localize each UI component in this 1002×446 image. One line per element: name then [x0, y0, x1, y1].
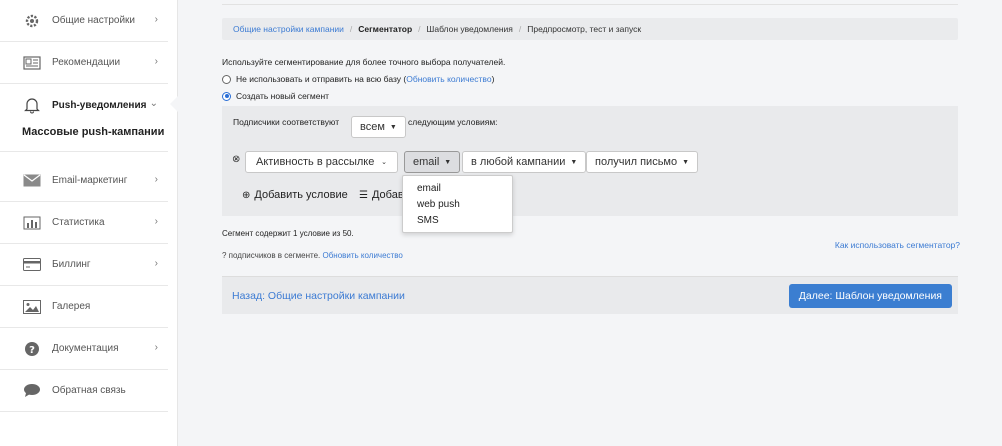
- caret-down-icon: ▼: [389, 123, 397, 131]
- image-icon: [22, 298, 42, 316]
- channel-dropdown-menu: email web push SMS: [402, 175, 513, 233]
- segmenter-help-link[interactable]: Как использовать сегментатор?: [835, 240, 960, 250]
- chevron-right-icon: ›: [154, 174, 158, 185]
- radio-option-all[interactable]: Не использовать и отправить на всю базу …: [222, 74, 494, 84]
- breadcrumb: Общие настройки кампании / Сегментатор /…: [222, 18, 958, 40]
- dropdown-option-email[interactable]: email: [403, 181, 512, 197]
- segment-builder: Подписчики соответствуют всем ▼ следующим…: [222, 106, 958, 216]
- bell-icon: [22, 96, 42, 114]
- sidebar-item-label: Push-уведомления: [52, 99, 147, 111]
- sidebar-item-general-settings[interactable]: Общие настройки ›: [0, 0, 168, 42]
- segment-conditions-count: Сегмент содержит 1 условие из 50.: [222, 229, 354, 238]
- caret-down-icon: ▼: [444, 158, 452, 166]
- sidebar-item-billing[interactable]: Биллинг ›: [0, 244, 168, 286]
- svg-text:?: ?: [29, 345, 35, 356]
- question-icon: ?: [22, 340, 42, 358]
- dropdown-option-sms[interactable]: SMS: [403, 213, 512, 229]
- sidebar-item-docs[interactable]: ? Документация ›: [0, 328, 168, 370]
- breadcrumb-step-preview: Предпросмотр, тест и запуск: [527, 24, 642, 34]
- radio-label-prefix: Не использовать и отправить на всю базу …: [236, 74, 407, 84]
- sidebar-item-label: Галерея: [52, 301, 91, 312]
- match-suffix-row: следующим условиям:: [408, 117, 498, 127]
- chevron-right-icon: ›: [154, 216, 158, 227]
- sidebar-item-label: Email-маркетинг: [52, 175, 128, 186]
- divider: [222, 4, 958, 5]
- match-prefix: Подписчики соответствуют: [233, 117, 340, 127]
- newspaper-icon: [22, 54, 42, 72]
- dropdown-option-web-push[interactable]: web push: [403, 197, 512, 213]
- update-count-link[interactable]: Обновить количество: [406, 74, 491, 84]
- chevron-down-icon: ⌄: [149, 98, 158, 109]
- sidebar-item-label: Статистика: [52, 217, 105, 228]
- sidebar-item-gallery[interactable]: Галерея: [0, 286, 168, 328]
- condition-campaign-value: в любой кампании: [471, 156, 566, 168]
- radio-option-new-segment[interactable]: Создать новый сегмент: [222, 91, 329, 101]
- condition-action-value: получил письмо: [595, 156, 678, 168]
- sidebar-item-feedback[interactable]: Обратная связь: [0, 370, 168, 412]
- sidebar-item-label: Биллинг: [52, 259, 91, 270]
- envelope-icon: [22, 172, 42, 190]
- sidebar-item-push[interactable]: Push-уведомления ⌄: [0, 84, 168, 126]
- match-suffix: следующим условиям:: [408, 117, 498, 127]
- intro-text: Используйте сегментирование для более то…: [222, 57, 506, 67]
- sidebar-item-label: Рекомендации: [52, 57, 121, 68]
- update-count-link-2[interactable]: Обновить количество: [322, 251, 402, 260]
- radio-button[interactable]: [222, 74, 231, 84]
- caret-down-icon: ▼: [570, 158, 578, 166]
- condition-field-select[interactable]: Активность в рассылке ⌄: [245, 151, 398, 173]
- radio-label-suffix: ): [491, 74, 495, 84]
- bar-chart-icon: [22, 214, 42, 232]
- match-mode-value: всем: [360, 121, 385, 133]
- add-group-button[interactable]: ☰ Добав: [359, 189, 404, 201]
- add-condition-label: Добавить условие: [254, 189, 348, 201]
- chevron-right-icon: ›: [154, 342, 158, 353]
- condition-field-value: Активность в рассылке: [256, 156, 375, 168]
- wizard-footer: Назад: Общие настройки кампании Далее: Ш…: [222, 276, 958, 314]
- match-row: Подписчики соответствуют: [233, 117, 339, 127]
- chevron-down-icon: ⌄: [381, 159, 387, 166]
- chevron-right-icon: ›: [154, 56, 158, 67]
- breadcrumb-step-template: Шаблон уведомления: [426, 24, 513, 34]
- sidebar-item-email[interactable]: Email-маркетинг ›: [0, 160, 168, 202]
- condition-channel-value: email: [413, 156, 440, 168]
- subscribers-count-text: ? подписчиков в сегменте.: [222, 251, 323, 260]
- breadcrumb-separator: /: [349, 24, 353, 34]
- sidebar-item-recommendations[interactable]: Рекомендации ›: [0, 42, 168, 84]
- sidebar-item-statistics[interactable]: Статистика ›: [0, 202, 168, 244]
- gear-icon: [22, 12, 42, 30]
- remove-condition-icon[interactable]: ⊗: [232, 154, 240, 165]
- comment-icon: [22, 382, 42, 400]
- subscribers-count: ? подписчиков в сегменте. Обновить колич…: [222, 251, 403, 260]
- chevron-right-icon: ›: [154, 14, 158, 25]
- breadcrumb-separator: /: [418, 24, 421, 34]
- caret-down-icon: ▼: [682, 158, 690, 166]
- back-button[interactable]: Назад: Общие настройки кампании: [232, 290, 405, 302]
- chevron-right-icon: ›: [154, 258, 158, 269]
- next-button[interactable]: Далее: Шаблон уведомления: [788, 284, 952, 308]
- sidebar-subitem-mass-push[interactable]: Массовые push-кампании: [22, 126, 164, 138]
- sidebar-item-label: Обратная связь: [52, 385, 126, 396]
- radio-label: Создать новый сегмент: [236, 91, 330, 101]
- condition-channel-select[interactable]: email ▼: [404, 151, 461, 173]
- credit-card-icon: [22, 256, 42, 274]
- main-content: Общие настройки кампании / Сегментатор /…: [178, 0, 1002, 446]
- condition-action-select[interactable]: получил письмо ▼: [586, 151, 699, 173]
- add-condition-button[interactable]: ⊕ Добавить условие: [242, 189, 348, 201]
- sidebar-item-label: Общие настройки: [52, 15, 135, 26]
- breadcrumb-step-general[interactable]: Общие настройки кампании: [233, 24, 344, 34]
- list-icon: ☰: [359, 189, 368, 201]
- condition-campaign-select[interactable]: в любой кампании ▼: [462, 151, 587, 173]
- match-mode-select[interactable]: всем ▼: [351, 116, 406, 138]
- breadcrumb-step-segmenter: Сегментатор: [358, 24, 413, 34]
- plus-circle-icon: ⊕: [242, 189, 251, 201]
- radio-button-checked[interactable]: [222, 91, 231, 101]
- divider: [0, 151, 168, 152]
- add-group-label: Добав: [371, 189, 404, 201]
- breadcrumb-separator: /: [518, 24, 522, 34]
- sidebar-item-label: Документация: [52, 343, 119, 354]
- sidebar: Общие настройки › Рекомендации › Push-ув…: [0, 0, 178, 446]
